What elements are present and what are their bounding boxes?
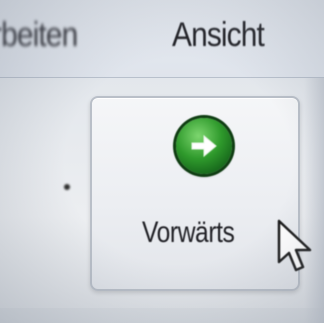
- right-edge-shade: [304, 78, 324, 323]
- toolbar-separator-dot: [64, 184, 70, 190]
- arrow-right-icon: [176, 118, 232, 174]
- forward-button-label: Vorwärts: [142, 216, 235, 249]
- menu-ansicht[interactable]: Ansicht: [172, 16, 265, 55]
- arrow-right-glyph: [191, 134, 217, 158]
- application-window: rbeiten Ansicht Vorwärts: [0, 0, 324, 323]
- menu-bar: rbeiten Ansicht: [0, 0, 324, 78]
- menu-bearbeiten[interactable]: rbeiten: [0, 16, 78, 55]
- forward-button[interactable]: Vorwärts: [90, 96, 300, 291]
- mouse-pointer-icon: [276, 218, 316, 281]
